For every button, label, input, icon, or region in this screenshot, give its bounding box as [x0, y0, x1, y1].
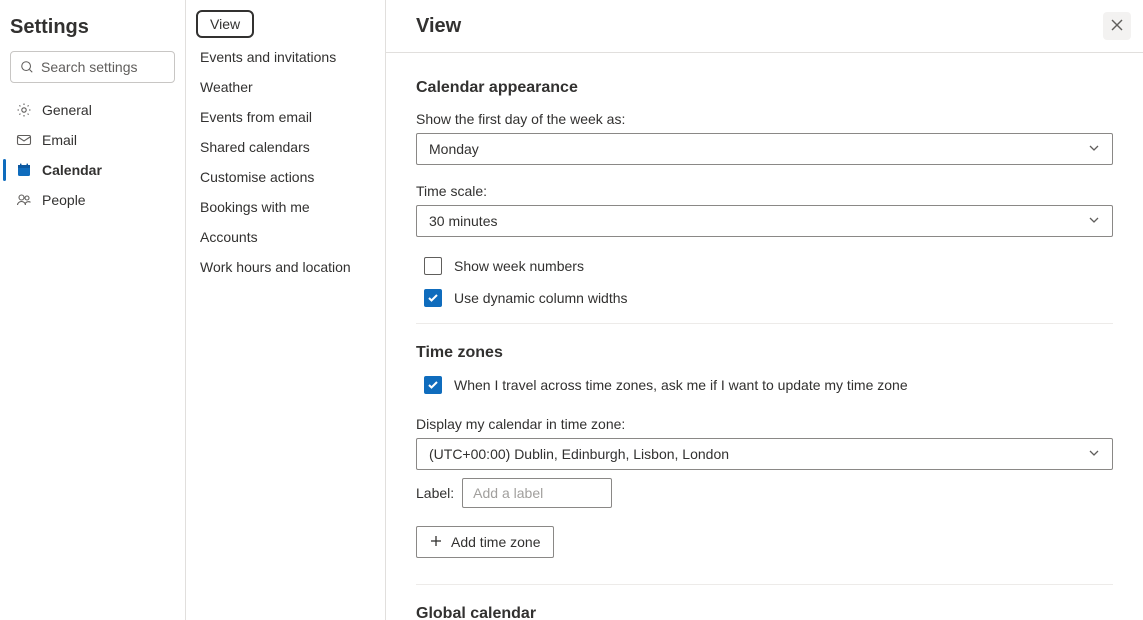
dynamic-widths-checkbox[interactable]	[424, 289, 442, 307]
nav-item-general[interactable]: General	[0, 95, 185, 125]
calendar-icon	[16, 162, 32, 178]
nav-label: Calendar	[42, 162, 102, 178]
subnav-item-events-from-email[interactable]: Events from email	[186, 102, 385, 132]
subnav-item-accounts[interactable]: Accounts	[186, 222, 385, 252]
add-timezone-label: Add time zone	[451, 534, 541, 550]
time-scale-select[interactable]: 30 minutes	[416, 205, 1113, 237]
display-tz-value: (UTC+00:00) Dublin, Edinburgh, Lisbon, L…	[429, 446, 729, 462]
settings-title: Settings	[0, 10, 185, 51]
gear-icon	[16, 102, 32, 118]
subnav-item-work-hours[interactable]: Work hours and location	[186, 252, 385, 282]
section-heading-timezones: Time zones	[416, 344, 1113, 362]
nav-label: Email	[42, 132, 77, 148]
section-divider	[416, 323, 1113, 324]
nav-item-email[interactable]: Email	[0, 125, 185, 155]
time-scale-label: Time scale:	[416, 183, 1113, 199]
chevron-down-icon	[1088, 213, 1100, 229]
travel-tz-checkbox[interactable]	[424, 376, 442, 394]
nav-label: People	[42, 192, 86, 208]
first-day-value: Monday	[429, 141, 479, 157]
settings-detail-panel: View Calendar appearance Show the first …	[386, 0, 1143, 620]
search-box[interactable]	[10, 51, 175, 83]
chevron-down-icon	[1088, 141, 1100, 157]
subnav-item-events-invitations[interactable]: Events and invitations	[186, 42, 385, 72]
display-tz-label: Display my calendar in time zone:	[416, 416, 1113, 432]
close-button[interactable]	[1103, 12, 1131, 40]
tz-label-input[interactable]	[462, 478, 612, 508]
subnav-item-customise-actions[interactable]: Customise actions	[186, 162, 385, 192]
section-divider	[416, 584, 1113, 585]
close-icon	[1110, 18, 1124, 35]
subnav-item-weather[interactable]: Weather	[186, 72, 385, 102]
subnav-item-bookings[interactable]: Bookings with me	[186, 192, 385, 222]
mail-icon	[16, 132, 32, 148]
settings-subnav-panel: View Events and invitations Weather Even…	[186, 0, 386, 620]
time-scale-value: 30 minutes	[429, 213, 497, 229]
subnav-item-shared-calendars[interactable]: Shared calendars	[186, 132, 385, 162]
nav-item-calendar[interactable]: Calendar	[0, 155, 185, 185]
chevron-down-icon	[1088, 446, 1100, 462]
settings-scroll-area[interactable]: Calendar appearance Show the first day o…	[386, 53, 1143, 620]
subnav-item-view[interactable]: View	[196, 10, 254, 38]
search-icon	[19, 60, 35, 74]
settings-nav-panel: Settings General Email Ca	[0, 0, 186, 620]
dynamic-widths-label: Use dynamic column widths	[454, 290, 628, 306]
page-title: View	[416, 15, 461, 38]
week-numbers-label: Show week numbers	[454, 258, 584, 274]
add-timezone-button[interactable]: Add time zone	[416, 526, 554, 558]
tz-label-text: Label:	[416, 485, 454, 501]
section-heading-global: Global calendar	[416, 605, 1113, 620]
nav-item-people[interactable]: People	[0, 185, 185, 215]
first-day-label: Show the first day of the week as:	[416, 111, 1113, 127]
first-day-select[interactable]: Monday	[416, 133, 1113, 165]
people-icon	[16, 192, 32, 208]
week-numbers-checkbox[interactable]	[424, 257, 442, 275]
nav-label: General	[42, 102, 92, 118]
plus-icon	[429, 534, 443, 551]
section-heading-appearance: Calendar appearance	[416, 79, 1113, 97]
display-tz-select[interactable]: (UTC+00:00) Dublin, Edinburgh, Lisbon, L…	[416, 438, 1113, 470]
travel-tz-label: When I travel across time zones, ask me …	[454, 377, 908, 393]
